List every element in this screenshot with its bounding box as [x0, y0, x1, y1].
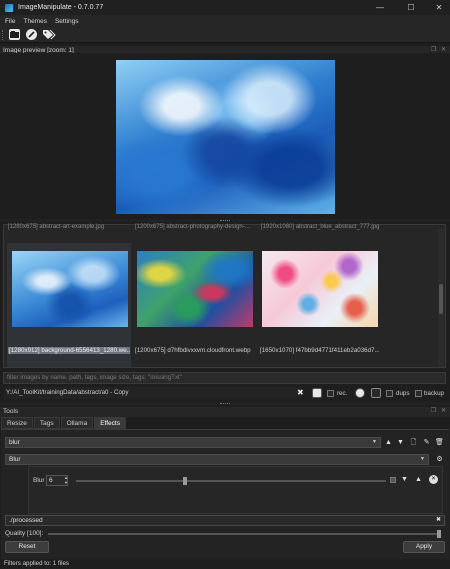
gallery-caption: [1200x675] abstract-photography-design-.… [135, 224, 250, 230]
tab-resize[interactable]: Resize [1, 417, 33, 429]
window-title: ImageManipulate - 0.7.0.77 [18, 4, 104, 11]
reset-button[interactable]: Reset [5, 541, 49, 553]
gallery-caption: [1920x1080] abstract_blue_abstract_777.j… [261, 224, 380, 230]
thumbnail-caption: [1280x912] background-6556413_1280.we... [8, 347, 130, 354]
effect-select[interactable]: Blur ▼ [5, 454, 429, 465]
menu-settings[interactable]: Settings [55, 18, 79, 25]
thumbnail-image[interactable] [12, 251, 128, 327]
edit-icon[interactable] [26, 29, 37, 40]
move-down-icon[interactable]: ▼ [396, 438, 405, 447]
quality-slider[interactable] [48, 530, 441, 538]
slider-handle[interactable] [437, 530, 441, 538]
chevron-down-icon: ▼ [372, 439, 377, 445]
backup-checkbox[interactable] [415, 390, 422, 397]
tools-title: Tools [3, 408, 19, 415]
chevron-down-icon: ▼ [420, 456, 425, 462]
effect-parameters: Blur 6 ▲ ▼ ▼ ▲ ✕ [28, 466, 443, 514]
close-panel-icon[interactable]: ✕ [440, 408, 447, 415]
delete-preset-icon[interactable]: 🗑 [435, 438, 444, 447]
thumbnail-image[interactable] [137, 251, 253, 327]
effects-panel: blur ▼ ▲ ▼ 🗋 ✎ 🗑 Blur ▼ ⚙ Blur 6 ▲ ▼ ▼ ▲ … [1, 429, 449, 559]
tab-effects[interactable]: Effects [94, 417, 126, 429]
slider-handle[interactable] [182, 477, 187, 485]
move-down-icon[interactable]: ▼ [400, 475, 409, 484]
preset-value: blur [9, 439, 20, 446]
path-field[interactable]: Y:/AI_ToolKit/trainingData/abstract/a0 -… [4, 387, 301, 399]
path-row: Y:/AI_ToolKit/trainingData/abstract/a0 -… [3, 387, 446, 400]
image-gallery[interactable]: [1280x675] abstract-art-example.jpg [120… [3, 224, 446, 368]
tools-panel-header: Tools ❐ ✕ [0, 407, 450, 417]
tools-tabs: Resize Tags Ollama Effects [1, 417, 127, 429]
dups-label: dups [396, 390, 410, 397]
open-folder-icon[interactable] [9, 29, 20, 40]
splitter[interactable] [0, 402, 450, 405]
edit-preset-icon[interactable]: ✎ [422, 438, 431, 447]
refresh-button[interactable] [355, 388, 365, 398]
quality-label: Quality [100]: [5, 530, 44, 537]
close-button[interactable]: ✕ [425, 0, 450, 15]
clear-path-icon[interactable]: ✖ [297, 388, 304, 397]
tab-ollama[interactable]: Ollama [60, 417, 94, 429]
menu-themes[interactable]: Themes [23, 18, 46, 25]
float-panel-icon[interactable]: ❐ [430, 408, 437, 415]
menu-bar: File Themes Settings [0, 15, 450, 27]
add-effect-icon[interactable]: ⚙ [435, 455, 444, 464]
dups-checkbox[interactable] [386, 390, 393, 397]
status-bar: Filters applied to: 1 files [0, 559, 450, 569]
move-up-icon[interactable]: ▲ [414, 475, 423, 484]
maximize-button[interactable]: ☐ [397, 0, 425, 15]
gallery-scrollbar[interactable] [438, 229, 444, 367]
menu-file[interactable]: File [5, 18, 15, 25]
blur-slider[interactable] [76, 477, 386, 485]
preset-select[interactable]: blur ▼ [5, 437, 381, 448]
stop-button[interactable] [371, 388, 381, 398]
rec-checkbox[interactable] [327, 390, 334, 397]
thumbnail-caption: [1650x1070] f47bb9d4771f411eb2a036d7... [260, 347, 380, 354]
clear-output-icon[interactable]: ✖ [436, 516, 441, 525]
preview-image[interactable] [116, 60, 335, 214]
thumbnail-image[interactable] [262, 251, 378, 327]
thumbnail-caption: [1200x675] d7hfbdivxxvm.cloudfront.webp [135, 347, 251, 354]
param-checkbox[interactable] [390, 477, 396, 483]
app-icon [5, 3, 13, 12]
filter-input[interactable]: filter images by name, path, tags, image… [3, 372, 446, 384]
output-path-value: ./processed [9, 517, 43, 524]
blur-label: Blur [33, 477, 45, 484]
remove-effect-icon[interactable]: ✕ [429, 475, 438, 484]
splitter[interactable] [0, 219, 450, 222]
scrollbar-thumb[interactable] [439, 284, 443, 314]
new-preset-icon[interactable]: 🗋 [409, 438, 418, 447]
gallery-caption: [1280x675] abstract-art-example.jpg [8, 224, 105, 230]
move-up-icon[interactable]: ▲ [384, 438, 393, 447]
splitter-grip[interactable] [220, 403, 230, 404]
toolbar [0, 27, 450, 43]
effect-value: Blur [9, 456, 21, 463]
toolbar-grip[interactable] [2, 30, 4, 40]
backup-label: backup [424, 390, 444, 397]
open-folder-button[interactable] [312, 388, 322, 398]
tab-tags[interactable]: Tags [33, 417, 60, 429]
apply-button[interactable]: Apply [403, 541, 445, 553]
rec-label: rec. [337, 390, 348, 397]
tags-icon[interactable] [42, 29, 56, 40]
minimize-button[interactable]: — [366, 0, 394, 15]
splitter-grip[interactable] [220, 220, 230, 221]
output-path-input[interactable]: ./processed ✖ [5, 515, 445, 526]
spin-arrows-icon[interactable]: ▲ ▼ [64, 475, 68, 485]
title-bar: ImageManipulate - 0.7.0.77 — ☐ ✕ [0, 0, 450, 15]
